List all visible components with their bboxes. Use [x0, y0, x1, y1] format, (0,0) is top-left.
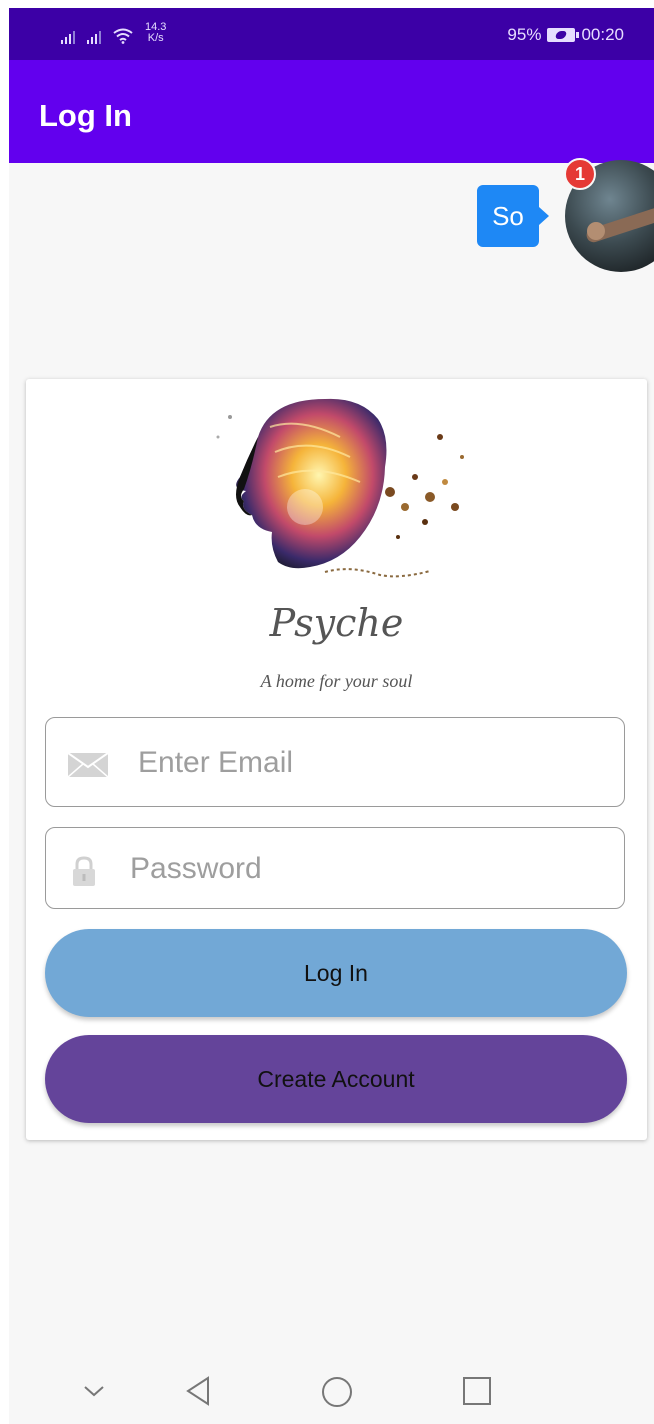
battery-percent: 95% — [507, 25, 542, 44]
back-triangle-icon[interactable] — [184, 1376, 212, 1406]
app-bar: Log In — [9, 60, 654, 163]
password-input[interactable] — [128, 848, 592, 890]
battery-icon — [547, 28, 580, 42]
network-speed: 14.3 K/s — [145, 21, 167, 44]
status-bar: 14.3 K/s 95% 00:20 — [9, 8, 654, 60]
envelope-icon — [68, 753, 108, 777]
recents-square-icon[interactable] — [462, 1376, 492, 1406]
chat-bubble-text: So — [492, 200, 524, 231]
signal-icon — [87, 28, 101, 44]
chevron-down-icon[interactable] — [81, 1376, 107, 1406]
screen: 14.3 K/s 95% 00:20 Log In So 1 Psyche A … — [9, 8, 654, 1424]
email-input[interactable] — [136, 742, 600, 784]
login-button[interactable]: Log In — [45, 929, 627, 1017]
notification-badge: 1 — [564, 158, 596, 190]
create-account-button[interactable]: Create Account — [45, 1035, 627, 1123]
email-field[interactable] — [45, 717, 625, 807]
brand-name: Psyche — [269, 601, 404, 645]
password-field[interactable] — [45, 827, 625, 909]
clock: 00:20 — [581, 25, 624, 44]
chat-bubble[interactable]: So — [477, 185, 549, 247]
brand-tagline: A home for your soul — [260, 671, 413, 691]
home-circle-icon[interactable] — [321, 1376, 353, 1408]
page-title: Log In — [39, 98, 132, 133]
signal-icon — [61, 28, 75, 44]
wifi-icon — [113, 28, 133, 44]
psyche-logo-art — [216, 398, 464, 578]
lock-icon — [73, 856, 95, 886]
login-card: Psyche A home for your soul Log In Creat… — [26, 379, 647, 1140]
system-nav-bar — [9, 1358, 654, 1424]
